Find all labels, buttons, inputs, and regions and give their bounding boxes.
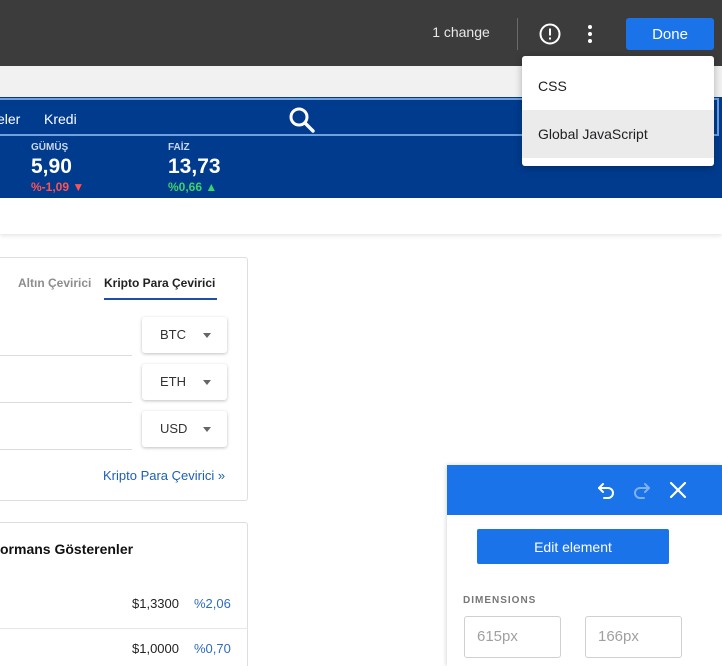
- ticker-value-faiz: 13,73: [168, 155, 221, 178]
- ticker-label-faiz: FAİZ: [168, 142, 190, 153]
- select-value: BTC: [160, 327, 186, 342]
- amount-input-line[interactable]: [0, 355, 132, 356]
- amount-input-line[interactable]: [0, 449, 132, 450]
- width-input[interactable]: 615px: [464, 616, 561, 658]
- change-count[interactable]: 1 change: [420, 24, 502, 40]
- redo-icon[interactable]: [632, 480, 652, 500]
- nav-link-kredi[interactable]: Kredi: [44, 111, 77, 127]
- ticker-change-faiz: %0,66 ▲: [168, 180, 218, 194]
- edit-element-panel: Edit element DIMENSIONS 615px 166px: [447, 465, 722, 666]
- currency-select-btc[interactable]: BTC: [142, 317, 227, 353]
- close-icon[interactable]: [669, 481, 687, 499]
- menu-item-global-javascript[interactable]: Global JavaScript: [522, 110, 714, 158]
- arrow-up-icon: ▲: [205, 180, 218, 194]
- active-tab-indicator: [104, 298, 217, 300]
- panel-header: [447, 465, 722, 515]
- tab-kripto-para-cevirici[interactable]: Kripto Para Çevirici: [104, 276, 215, 290]
- performer-price: $1,0000: [132, 641, 179, 656]
- search-icon[interactable]: [288, 106, 316, 134]
- chevron-down-icon: [203, 333, 211, 338]
- edit-element-button[interactable]: Edit element: [477, 529, 669, 564]
- height-input[interactable]: 166px: [585, 616, 682, 658]
- currency-select-usd[interactable]: USD: [142, 411, 227, 447]
- chevron-down-icon: [203, 427, 211, 432]
- ticker-value-gumus: 5,90: [31, 155, 72, 178]
- more-vert-icon[interactable]: [580, 22, 600, 46]
- performers-title: ormans Gösterenler: [0, 541, 134, 557]
- nav-link-partial[interactable]: eler: [0, 111, 20, 127]
- alert-circle-icon[interactable]: [538, 22, 562, 46]
- menu-item-css[interactable]: CSS: [522, 62, 714, 110]
- chevron-down-icon: [203, 380, 211, 385]
- toolbar-divider: [517, 18, 518, 50]
- performer-change: %0,70: [194, 641, 231, 656]
- performer-price: $1,3300: [132, 596, 179, 611]
- ticker-change-gumus: %-1,09 ▼: [31, 180, 85, 194]
- header-shadow-band: [0, 198, 722, 234]
- done-button[interactable]: Done: [626, 18, 714, 50]
- options-menu: CSS Global JavaScript: [522, 56, 714, 166]
- crypto-converter-link[interactable]: Kripto Para Çevirici »: [103, 468, 225, 483]
- currency-select-eth[interactable]: ETH: [142, 364, 227, 400]
- performer-change: %2,06: [194, 596, 231, 611]
- undo-icon[interactable]: [596, 480, 616, 500]
- tab-altin-cevirici[interactable]: Altın Çevirici: [18, 276, 91, 290]
- amount-input-line[interactable]: [0, 402, 132, 403]
- select-value: USD: [160, 421, 188, 436]
- dimensions-label: DIMENSIONS: [463, 595, 537, 606]
- select-value: ETH: [160, 374, 186, 389]
- row-divider: [0, 628, 248, 629]
- ticker-label-gumus: GÜMÜŞ: [31, 142, 69, 153]
- arrow-down-icon: ▼: [72, 180, 85, 194]
